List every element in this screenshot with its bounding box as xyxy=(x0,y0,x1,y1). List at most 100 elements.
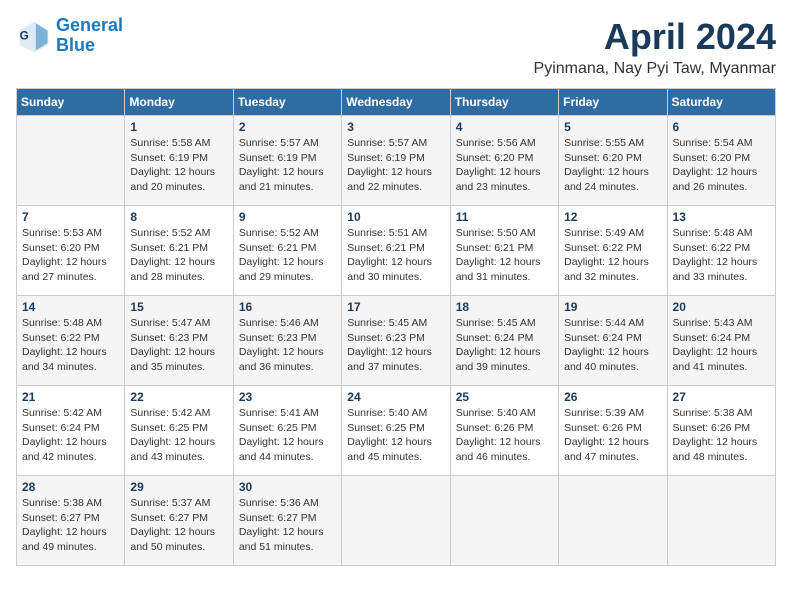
day-number: 22 xyxy=(130,390,227,404)
day-number: 18 xyxy=(456,300,553,314)
calendar-col-header: Sunday xyxy=(17,89,125,116)
calendar-col-header: Wednesday xyxy=(342,89,450,116)
calendar-cell: 28 Sunrise: 5:38 AM Sunset: 6:27 PM Dayli… xyxy=(17,476,125,566)
logo-text: General Blue xyxy=(56,16,123,56)
calendar-cell: 3 Sunrise: 5:57 AM Sunset: 6:19 PM Daylig… xyxy=(342,116,450,206)
title-block: April 2024 Pyinmana, Nay Pyi Taw, Myanma… xyxy=(534,16,776,78)
calendar-cell xyxy=(17,116,125,206)
calendar-col-header: Monday xyxy=(125,89,233,116)
day-info: Sunrise: 5:48 AM Sunset: 6:22 PM Dayligh… xyxy=(22,316,119,375)
day-number: 28 xyxy=(22,480,119,494)
calendar-cell: 16 Sunrise: 5:46 AM Sunset: 6:23 PM Dayli… xyxy=(233,296,341,386)
day-number: 17 xyxy=(347,300,444,314)
calendar-cell xyxy=(450,476,558,566)
day-number: 26 xyxy=(564,390,661,404)
calendar-cell: 23 Sunrise: 5:41 AM Sunset: 6:25 PM Dayli… xyxy=(233,386,341,476)
day-info: Sunrise: 5:37 AM Sunset: 6:27 PM Dayligh… xyxy=(130,496,227,555)
calendar-cell: 25 Sunrise: 5:40 AM Sunset: 6:26 PM Dayli… xyxy=(450,386,558,476)
day-info: Sunrise: 5:40 AM Sunset: 6:25 PM Dayligh… xyxy=(347,406,444,465)
day-number: 12 xyxy=(564,210,661,224)
day-info: Sunrise: 5:44 AM Sunset: 6:24 PM Dayligh… xyxy=(564,316,661,375)
calendar-cell: 5Sunrise: 5:55 AM Sunset: 6:20 PM Daylig… xyxy=(559,116,667,206)
calendar-cell: 24 Sunrise: 5:40 AM Sunset: 6:25 PM Dayli… xyxy=(342,386,450,476)
day-number: 19 xyxy=(564,300,661,314)
calendar-cell: 12 Sunrise: 5:49 AM Sunset: 6:22 PM Dayli… xyxy=(559,206,667,296)
calendar-cell: 27 Sunrise: 5:38 AM Sunset: 6:26 PM Dayli… xyxy=(667,386,775,476)
day-number: 3 xyxy=(347,120,444,134)
day-number: 6 xyxy=(673,120,770,134)
calendar-cell: 9 Sunrise: 5:52 AM Sunset: 6:21 PM Daylig… xyxy=(233,206,341,296)
day-info: Sunrise: 5:57 AM Sunset: 6:19 PM Dayligh… xyxy=(347,136,444,195)
day-info: Sunrise: 5:49 AM Sunset: 6:22 PM Dayligh… xyxy=(564,226,661,285)
day-info: Sunrise: 5:57 AM Sunset: 6:19 PM Dayligh… xyxy=(239,136,336,195)
day-info: Sunrise: 5:47 AM Sunset: 6:23 PM Dayligh… xyxy=(130,316,227,375)
calendar-table: SundayMondayTuesdayWednesdayThursdayFrid… xyxy=(16,88,776,566)
day-info: Sunrise: 5:51 AM Sunset: 6:21 PM Dayligh… xyxy=(347,226,444,285)
calendar-body: 1 Sunrise: 5:58 AM Sunset: 6:19 PM Daylig… xyxy=(17,116,776,566)
calendar-cell xyxy=(342,476,450,566)
day-info: Sunrise: 5:54 AM Sunset: 6:20 PM Dayligh… xyxy=(673,136,770,195)
calendar-cell: 30Sunrise: 5:36 AM Sunset: 6:27 PM Dayli… xyxy=(233,476,341,566)
day-number: 24 xyxy=(347,390,444,404)
calendar-cell: 14 Sunrise: 5:48 AM Sunset: 6:22 PM Dayli… xyxy=(17,296,125,386)
calendar-cell: 2 Sunrise: 5:57 AM Sunset: 6:19 PM Daylig… xyxy=(233,116,341,206)
day-info: Sunrise: 5:53 AM Sunset: 6:20 PM Dayligh… xyxy=(22,226,119,285)
day-info: Sunrise: 5:52 AM Sunset: 6:21 PM Dayligh… xyxy=(239,226,336,285)
day-info: Sunrise: 5:38 AM Sunset: 6:27 PM Dayligh… xyxy=(22,496,119,555)
day-info: Sunrise: 5:46 AM Sunset: 6:23 PM Dayligh… xyxy=(239,316,336,375)
day-info: Sunrise: 5:58 AM Sunset: 6:19 PM Dayligh… xyxy=(130,136,227,195)
calendar-cell: 13Sunrise: 5:48 AM Sunset: 6:22 PM Dayli… xyxy=(667,206,775,296)
day-number: 20 xyxy=(673,300,770,314)
day-number: 5 xyxy=(564,120,661,134)
day-number: 2 xyxy=(239,120,336,134)
calendar-col-header: Saturday xyxy=(667,89,775,116)
logo: G General Blue xyxy=(16,16,123,56)
day-number: 27 xyxy=(673,390,770,404)
day-number: 7 xyxy=(22,210,119,224)
calendar-cell: 26 Sunrise: 5:39 AM Sunset: 6:26 PM Dayli… xyxy=(559,386,667,476)
day-info: Sunrise: 5:43 AM Sunset: 6:24 PM Dayligh… xyxy=(673,316,770,375)
day-number: 13 xyxy=(673,210,770,224)
calendar-cell: 22 Sunrise: 5:42 AM Sunset: 6:25 PM Dayli… xyxy=(125,386,233,476)
calendar-cell xyxy=(559,476,667,566)
calendar-cell: 18 Sunrise: 5:45 AM Sunset: 6:24 PM Dayli… xyxy=(450,296,558,386)
day-number: 4 xyxy=(456,120,553,134)
day-info: Sunrise: 5:38 AM Sunset: 6:26 PM Dayligh… xyxy=(673,406,770,465)
day-number: 8 xyxy=(130,210,227,224)
day-number: 10 xyxy=(347,210,444,224)
day-number: 9 xyxy=(239,210,336,224)
day-number: 1 xyxy=(130,120,227,134)
calendar-col-header: Tuesday xyxy=(233,89,341,116)
day-number: 23 xyxy=(239,390,336,404)
day-number: 16 xyxy=(239,300,336,314)
subtitle: Pyinmana, Nay Pyi Taw, Myanmar xyxy=(534,60,776,78)
day-number: 14 xyxy=(22,300,119,314)
calendar-cell: 29 Sunrise: 5:37 AM Sunset: 6:27 PM Dayli… xyxy=(125,476,233,566)
calendar-cell: 20 Sunrise: 5:43 AM Sunset: 6:24 PM Dayli… xyxy=(667,296,775,386)
calendar-header: SundayMondayTuesdayWednesdayThursdayFrid… xyxy=(17,89,776,116)
day-info: Sunrise: 5:40 AM Sunset: 6:26 PM Dayligh… xyxy=(456,406,553,465)
svg-text:G: G xyxy=(20,29,29,42)
calendar-cell: 17 Sunrise: 5:45 AM Sunset: 6:23 PM Dayli… xyxy=(342,296,450,386)
day-info: Sunrise: 5:56 AM Sunset: 6:20 PM Dayligh… xyxy=(456,136,553,195)
day-info: Sunrise: 5:50 AM Sunset: 6:21 PM Dayligh… xyxy=(456,226,553,285)
calendar-cell: 19 Sunrise: 5:44 AM Sunset: 6:24 PM Dayli… xyxy=(559,296,667,386)
day-number: 21 xyxy=(22,390,119,404)
day-info: Sunrise: 5:45 AM Sunset: 6:23 PM Dayligh… xyxy=(347,316,444,375)
calendar-col-header: Friday xyxy=(559,89,667,116)
calendar-col-header: Thursday xyxy=(450,89,558,116)
calendar-cell xyxy=(667,476,775,566)
day-info: Sunrise: 5:45 AM Sunset: 6:24 PM Dayligh… xyxy=(456,316,553,375)
calendar-cell: 15Sunrise: 5:47 AM Sunset: 6:23 PM Dayli… xyxy=(125,296,233,386)
page-header: G General Blue April 2024 Pyinmana, Nay … xyxy=(16,16,776,78)
calendar-cell: 4 Sunrise: 5:56 AM Sunset: 6:20 PM Daylig… xyxy=(450,116,558,206)
day-number: 29 xyxy=(130,480,227,494)
day-info: Sunrise: 5:39 AM Sunset: 6:26 PM Dayligh… xyxy=(564,406,661,465)
day-info: Sunrise: 5:42 AM Sunset: 6:25 PM Dayligh… xyxy=(130,406,227,465)
day-info: Sunrise: 5:41 AM Sunset: 6:25 PM Dayligh… xyxy=(239,406,336,465)
main-title: April 2024 xyxy=(534,16,776,58)
day-number: 11 xyxy=(456,210,553,224)
calendar-cell: 11 Sunrise: 5:50 AM Sunset: 6:21 PM Dayli… xyxy=(450,206,558,296)
day-number: 25 xyxy=(456,390,553,404)
day-info: Sunrise: 5:52 AM Sunset: 6:21 PM Dayligh… xyxy=(130,226,227,285)
